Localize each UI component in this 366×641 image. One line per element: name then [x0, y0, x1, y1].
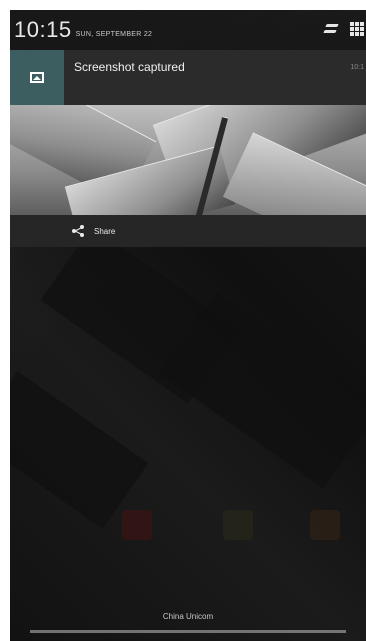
background-shape: [10, 371, 149, 529]
carrier-label: China Unicom: [162, 612, 214, 621]
share-icon: [72, 225, 84, 237]
share-button[interactable]: Share: [72, 225, 115, 237]
app-icon: [223, 510, 253, 540]
clock: 10:15: [14, 17, 72, 42]
quick-settings-icon[interactable]: [350, 22, 364, 36]
screen: 10:15 SUN, SEPTEMBER 22 Screenshot captu…: [10, 10, 366, 641]
status-bar: 10:15 SUN, SEPTEMBER 22: [10, 10, 366, 50]
notification-settings-icon[interactable]: [323, 22, 340, 36]
status-icons: [323, 22, 364, 36]
notification-time: 10:1: [350, 64, 364, 71]
screenshot-preview[interactable]: [10, 105, 366, 215]
notification-icon-box: [10, 50, 64, 105]
drag-handle[interactable]: [30, 630, 346, 633]
notification-actions: Share: [10, 215, 366, 247]
app-icon: [122, 510, 152, 540]
dimmed-dock: [10, 510, 366, 550]
share-label: Share: [94, 226, 116, 236]
date: SUN, SEPTEMBER 22: [75, 30, 153, 38]
notification-title: Screenshot captured: [74, 60, 185, 74]
image-icon: [30, 72, 44, 83]
screenshot-notification[interactable]: Screenshot captured 10:1: [10, 50, 366, 105]
app-icon: [310, 510, 340, 540]
